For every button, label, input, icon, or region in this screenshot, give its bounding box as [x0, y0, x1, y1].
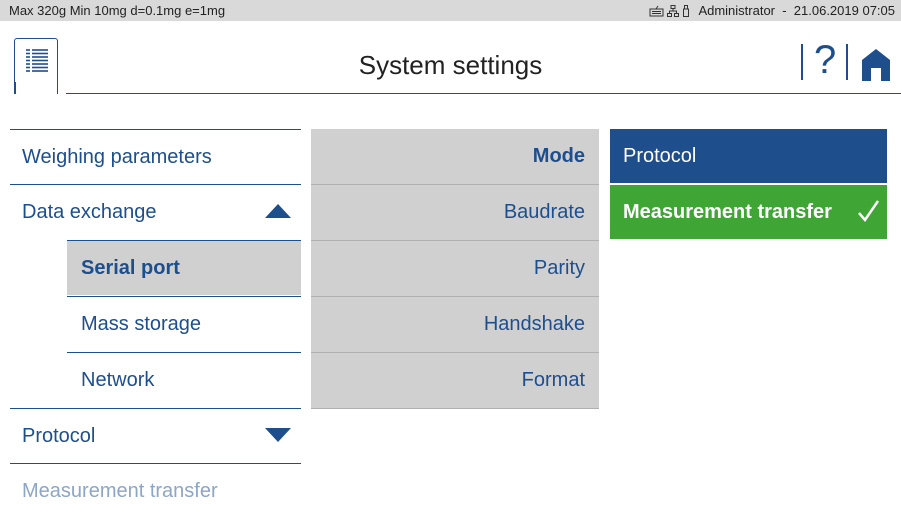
expand-triangle-icon [265, 425, 291, 448]
collapse-triangle-icon [265, 201, 291, 224]
keyboard-icon [649, 5, 664, 17]
nav-item-mass-storage[interactable]: Mass storage [67, 296, 301, 351]
nav-item-label: Data exchange [22, 200, 157, 223]
capacity-info: Max 320g Min 10mg d=0.1mg e=1mg [9, 3, 226, 18]
nav-item-label: Weighing parameters [22, 145, 212, 168]
setting-parity[interactable]: Parity [311, 241, 599, 297]
option-protocol[interactable]: Protocol [610, 129, 887, 183]
header-divider [66, 93, 901, 94]
nav-item-label: Protocol [22, 424, 96, 447]
help-button[interactable]: ? [814, 38, 836, 82]
nav-item-label: Mass storage [81, 312, 202, 335]
nav-item-data-exchange[interactable]: Data exchange [10, 184, 301, 239]
setting-label: Mode [532, 145, 585, 167]
user-datetime: Administrator - 21.06.2019 07:05 [698, 3, 895, 18]
nav-item-weighing-parameters[interactable]: Weighing parameters [10, 129, 301, 184]
header-separator [846, 44, 848, 80]
nav-item-label: Measurement transfer [22, 479, 218, 502]
option-label: Protocol [623, 144, 697, 167]
nav-item-protocol[interactable]: Protocol [10, 408, 301, 463]
setting-label: Format [521, 369, 585, 391]
setting-label: Baudrate [503, 201, 585, 223]
page-title: System settings [358, 50, 543, 80]
setting-baudrate[interactable]: Baudrate [311, 185, 599, 241]
header-separator [801, 44, 803, 80]
setting-label: Parity [533, 257, 585, 279]
menu-tab-edge [14, 82, 16, 94]
option-label: Measurement transfer [623, 200, 832, 223]
usb-icon [682, 4, 690, 17]
setting-mode[interactable]: Mode [311, 129, 599, 185]
nav-item-measurement-transfer[interactable]: Measurement transfer [10, 463, 301, 518]
nav-item-label: Network [81, 368, 155, 391]
nav-item-network[interactable]: Network [67, 352, 301, 407]
nav-item-label: Serial port [81, 256, 180, 279]
setting-format[interactable]: Format [311, 353, 599, 409]
setting-label: Handshake [483, 313, 585, 335]
status-bar: Max 320g Min 10mg d=0.1mg e=1mg Administ… [0, 0, 901, 21]
nav-item-serial-port[interactable]: Serial port [67, 240, 301, 295]
home-icon [861, 49, 891, 86]
home-button[interactable] [861, 48, 891, 87]
network-icon [667, 4, 680, 17]
menu-tab-edge [56, 82, 58, 94]
checkmark-icon [857, 199, 880, 229]
setting-handshake[interactable]: Handshake [311, 297, 599, 353]
option-measurement-transfer[interactable]: Measurement transfer [610, 185, 887, 239]
